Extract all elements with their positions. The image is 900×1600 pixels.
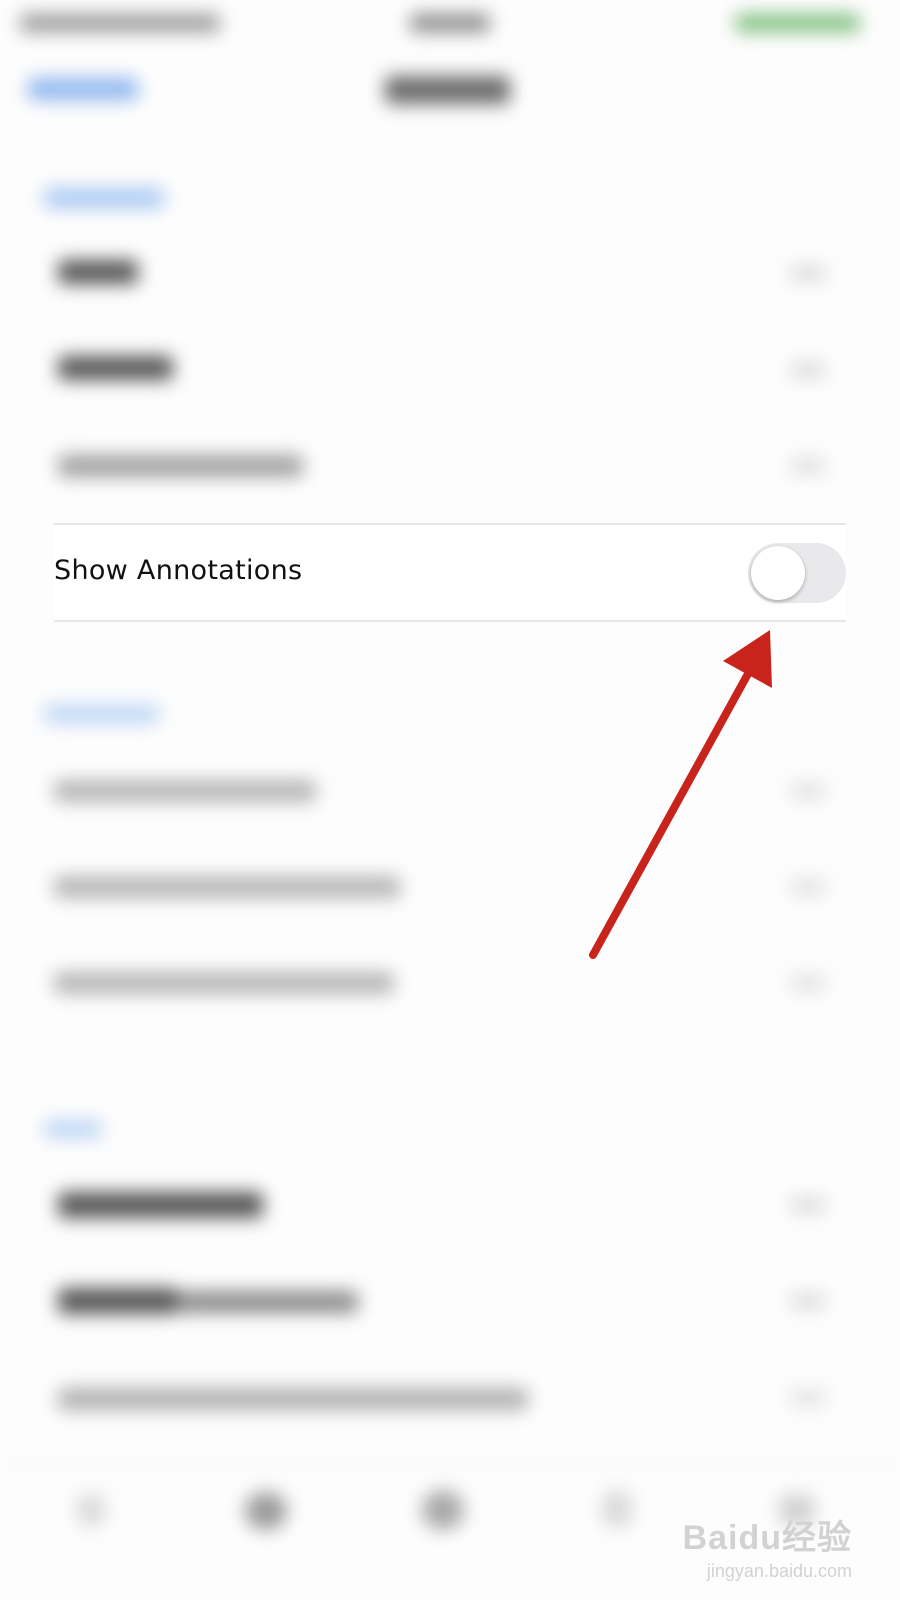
red-arrow-icon xyxy=(589,630,772,959)
watermark-logo: Baidu经验 xyxy=(682,1519,852,1557)
baidu-watermark: Baidu经验 jingyan.baidu.com xyxy=(683,1510,852,1582)
watermark-url: jingyan.baidu.com xyxy=(706,1561,852,1581)
